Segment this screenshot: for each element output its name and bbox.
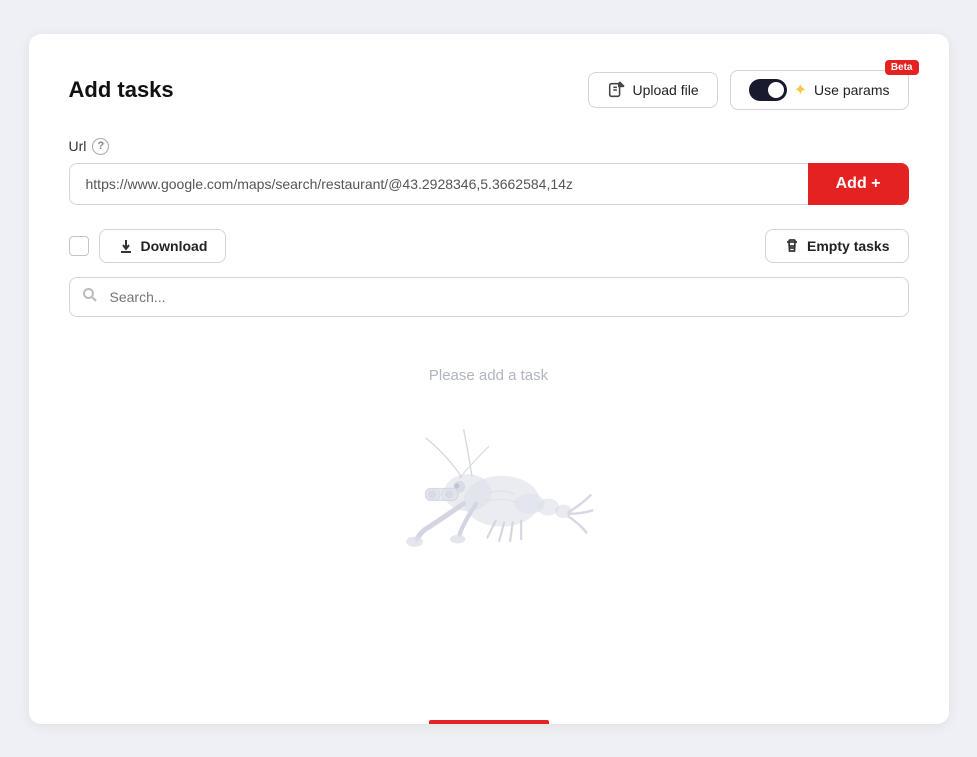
- select-all-checkbox[interactable]: [69, 236, 89, 256]
- download-label: Download: [141, 238, 208, 254]
- use-params-label: Use params: [814, 82, 889, 98]
- empty-state: Please add a task: [69, 357, 909, 560]
- empty-state-message: Please add a task: [429, 367, 548, 384]
- empty-tasks-label: Empty tasks: [807, 238, 889, 254]
- help-icon[interactable]: ?: [92, 138, 109, 155]
- upload-icon: [607, 81, 625, 99]
- toggle-switch[interactable]: [749, 79, 787, 101]
- page-title: Add tasks: [69, 77, 174, 103]
- url-label: Url: [69, 138, 87, 154]
- search-row: [69, 277, 909, 317]
- url-label-row: Url ?: [69, 138, 909, 155]
- add-button[interactable]: Add +: [808, 163, 909, 205]
- search-input[interactable]: [69, 277, 909, 317]
- star-icon: ✦: [794, 80, 807, 100]
- use-params-button[interactable]: ✦ Use params: [730, 70, 909, 110]
- bottom-bar: [429, 720, 549, 724]
- toolbar-row: Download Empty tasks: [69, 229, 909, 263]
- beta-badge: Beta: [885, 60, 919, 75]
- upload-label: Upload file: [632, 82, 698, 98]
- toggle-knob: [768, 82, 784, 98]
- download-icon: [118, 238, 134, 254]
- toolbar-left: Download: [69, 229, 227, 263]
- trash-icon: [784, 238, 800, 254]
- empty-tasks-button[interactable]: Empty tasks: [765, 229, 908, 263]
- upload-file-button[interactable]: Upload file: [588, 72, 717, 108]
- url-input[interactable]: [69, 163, 808, 205]
- lobster-illustration: [379, 400, 599, 560]
- header-actions: Upload file Beta ✦ Use params: [588, 70, 908, 110]
- header-row: Add tasks Upload file Beta: [69, 70, 909, 110]
- use-params-wrap: Beta ✦ Use params: [730, 70, 909, 110]
- main-card: Add tasks Upload file Beta: [29, 34, 949, 724]
- url-input-row: Add +: [69, 163, 909, 205]
- download-button[interactable]: Download: [99, 229, 227, 263]
